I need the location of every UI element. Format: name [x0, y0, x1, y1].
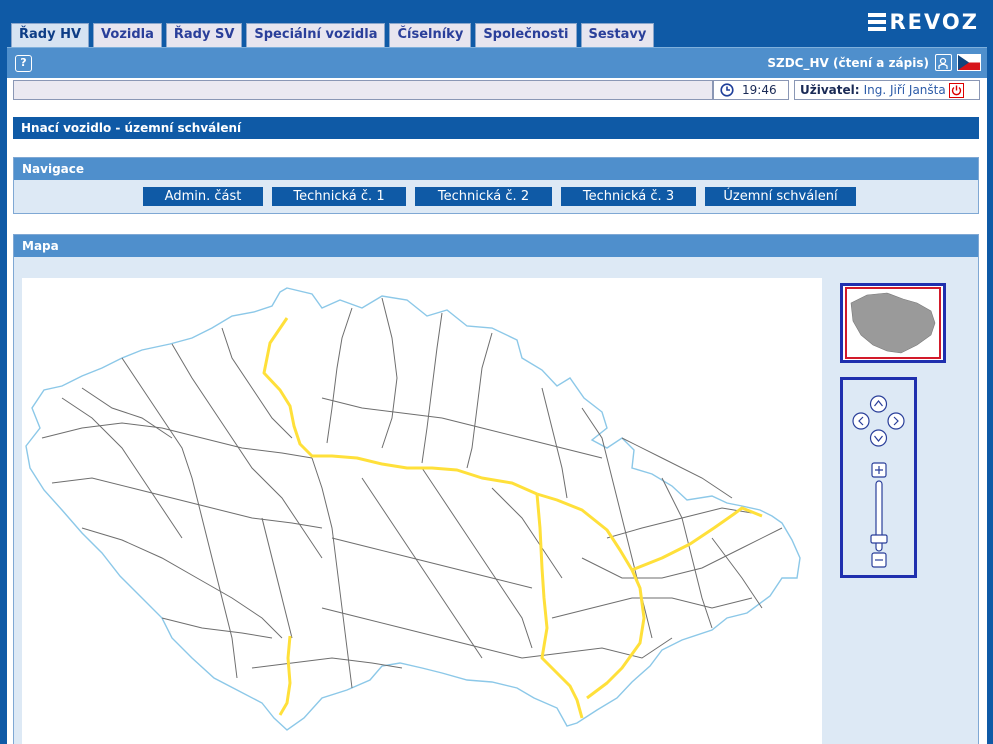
tab-specialni-vozidla[interactable]: Speciální vozidla — [246, 23, 386, 47]
map-controls — [840, 377, 917, 578]
status-message-field — [13, 80, 713, 100]
navigation-buttons: Admin. část Technická č. 1 Technická č. … — [143, 187, 856, 206]
logo-text: REVOZ — [889, 10, 979, 34]
tab-vozidla[interactable]: Vozidla — [93, 23, 162, 47]
overview-map[interactable] — [840, 283, 946, 363]
clock-time: 19:46 — [742, 83, 777, 97]
navigation-title: Navigace — [14, 158, 978, 180]
zoom-control — [870, 462, 888, 568]
nav-territorial-approval-button[interactable]: Územní schválení — [705, 187, 856, 206]
pan-down-icon — [869, 429, 888, 447]
overview-map-shape — [850, 292, 936, 354]
approved-routes — [262, 317, 763, 719]
user-info: Uživatel: Ing. Jiří Janšta — [794, 80, 980, 100]
navigation-panel: Navigace Admin. část Technická č. 1 Tech… — [13, 157, 979, 214]
status-row: 19:46 Uživatel: Ing. Jiří Janšta — [7, 78, 987, 102]
tab-rady-hv[interactable]: Řady HV — [11, 23, 90, 48]
tab-sestavy[interactable]: Sestavy — [580, 23, 655, 47]
country-border — [25, 287, 801, 731]
user-settings-icon[interactable] — [935, 54, 952, 71]
top-bar: Řady HV Vozidla Řady SV Speciální vozidl… — [0, 0, 993, 48]
user-name: Ing. Jiří Janšta — [863, 83, 946, 97]
tab-rady-sv[interactable]: Řady SV — [165, 23, 243, 47]
nav-admin-button[interactable]: Admin. část — [143, 187, 263, 206]
railway-map[interactable] — [22, 278, 822, 744]
map-panel: Mapa — [13, 234, 979, 744]
overview-viewport[interactable] — [845, 287, 941, 359]
czech-flag-icon[interactable] — [957, 54, 981, 71]
help-button[interactable]: ? — [15, 55, 32, 72]
logout-icon[interactable] — [948, 82, 964, 98]
nav-technical-3-button[interactable]: Technická č. 3 — [561, 187, 696, 206]
page-title: Hnací vozidlo - územní schválení — [13, 117, 979, 139]
railway-map-canvas[interactable] — [22, 278, 822, 744]
nav-technical-1-button[interactable]: Technická č. 1 — [272, 187, 406, 206]
user-label: Uživatel: — [800, 83, 860, 97]
clock: 19:46 — [713, 80, 789, 100]
toolbar: ? SZDC_HV (čtení a zápis) — [7, 47, 987, 78]
nav-technical-2-button[interactable]: Technická č. 2 — [415, 187, 552, 206]
tab-spolecnosti[interactable]: Společnosti — [475, 23, 577, 47]
main-tabs: Řady HV Vozidla Řady SV Speciální vozidl… — [11, 23, 655, 48]
logo-mark-icon — [867, 13, 886, 31]
map-title: Mapa — [14, 235, 978, 257]
pan-up-icon — [869, 395, 888, 413]
main-content: Hnací vozidlo - územní schválení Navigac… — [7, 102, 987, 744]
rail-network — [41, 297, 783, 689]
pan-control — [852, 395, 905, 447]
pan-right-icon — [887, 412, 905, 430]
pan-left-icon — [852, 412, 870, 430]
tab-ciselniky[interactable]: Číselníky — [389, 23, 472, 47]
zoom-slider-handle — [870, 534, 888, 544]
session-info: SZDC_HV (čtení a zápis) — [767, 56, 929, 70]
clock-icon — [720, 83, 734, 97]
logo: REVOZ — [867, 10, 979, 34]
